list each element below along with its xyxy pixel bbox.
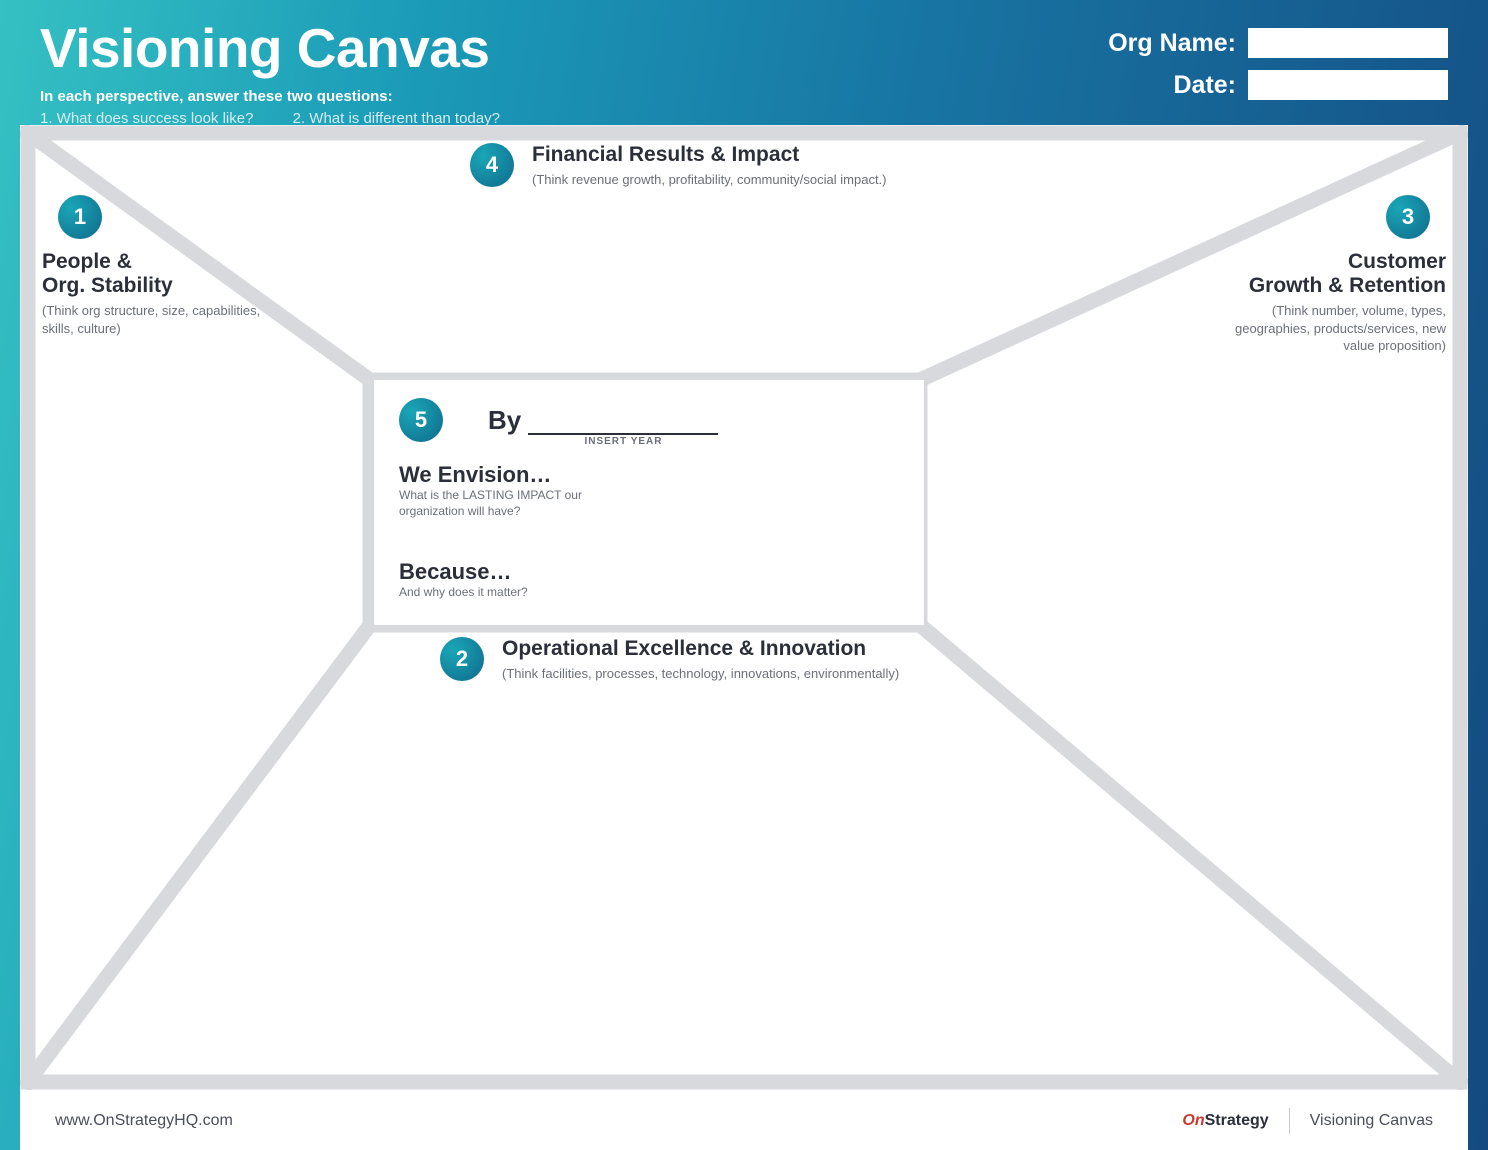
- section-people: People & Org. Stability (Think org struc…: [42, 250, 272, 337]
- because-sub: And why does it matter?: [399, 585, 899, 601]
- org-row: Org Name:: [1108, 28, 1448, 58]
- footer-doc-name: Visioning Canvas: [1310, 1112, 1433, 1130]
- envision-sub: What is the LASTING IMPACT our organizat…: [399, 488, 599, 519]
- year-field[interactable]: INSERT YEAR: [528, 433, 718, 435]
- insert-year-hint: INSERT YEAR: [584, 436, 662, 447]
- section-customer: Customer Growth & Retention (Think numbe…: [1226, 250, 1446, 355]
- date-label: Date:: [1173, 71, 1236, 100]
- section-operational-hint: (Think facilities, processes, technology…: [502, 665, 899, 683]
- by-label: By: [488, 405, 521, 435]
- footer-divider: [1289, 1108, 1290, 1134]
- section-people-title-1: People &: [42, 250, 272, 274]
- section-financial-title: Financial Results & Impact: [532, 143, 887, 167]
- section-customer-title-1: Customer: [1226, 250, 1446, 274]
- envision-title: We Envision…: [399, 462, 899, 488]
- header: Visioning Canvas In each perspective, an…: [0, 0, 1488, 125]
- section-people-title-2: Org. Stability: [42, 274, 272, 298]
- brand-logo: OnStrategy: [1182, 1112, 1268, 1130]
- section-center: 5 By INSERT YEAR We Envision… What is th…: [374, 380, 924, 625]
- brand-part-1: On: [1182, 1112, 1204, 1129]
- by-label-wrap: By INSERT YEAR: [488, 405, 718, 436]
- badge-3: 3: [1386, 195, 1430, 239]
- org-label: Org Name:: [1108, 29, 1236, 58]
- badge-1: 1: [58, 195, 102, 239]
- section-customer-hint: (Think number, volume, types, geographie…: [1226, 302, 1446, 355]
- badge-2: 2: [440, 637, 484, 681]
- section-operational: 2 Operational Excellence & Innovation (T…: [440, 637, 1080, 683]
- date-row: Date:: [1173, 70, 1448, 100]
- section-people-hint: (Think org structure, size, capabilities…: [42, 302, 272, 337]
- meta-fields: Org Name: Date:: [1108, 28, 1448, 100]
- org-name-field[interactable]: [1248, 28, 1448, 58]
- because-title: Because…: [399, 559, 899, 585]
- date-field[interactable]: [1248, 70, 1448, 100]
- section-financial-hint: (Think revenue growth, profitability, co…: [532, 171, 887, 189]
- brand-part-2: Strategy: [1205, 1112, 1269, 1129]
- canvas: 4 Financial Results & Impact (Think reve…: [20, 125, 1468, 1090]
- footer-url: www.OnStrategyHQ.com: [55, 1112, 233, 1130]
- section-operational-title: Operational Excellence & Innovation: [502, 637, 899, 661]
- badge-4: 4: [470, 143, 514, 187]
- badge-5: 5: [399, 398, 443, 442]
- page: Visioning Canvas In each perspective, an…: [0, 0, 1488, 1150]
- section-financial: 4 Financial Results & Impact (Think reve…: [470, 143, 1030, 189]
- footer: www.OnStrategyHQ.com OnStrategy Visionin…: [20, 1090, 1468, 1150]
- section-customer-title-2: Growth & Retention: [1226, 274, 1446, 298]
